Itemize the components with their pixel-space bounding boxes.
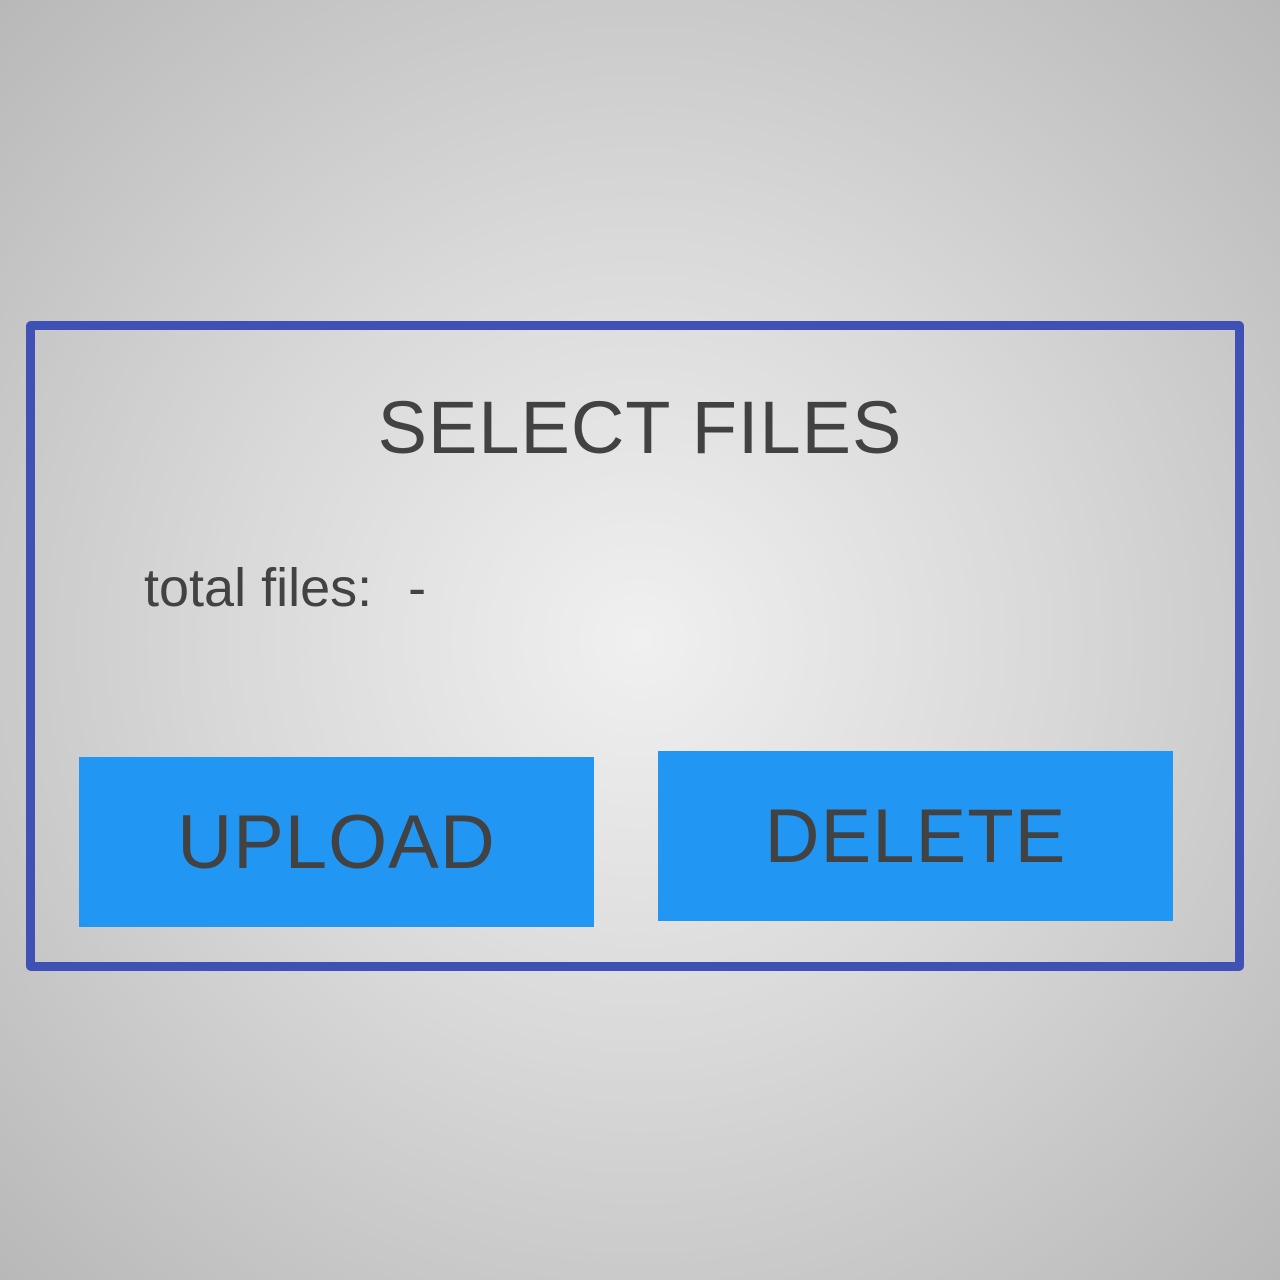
page-title: SELECT FILES xyxy=(377,386,903,469)
total-files-label: total files: xyxy=(144,558,373,618)
upload-button[interactable]: UPLOAD xyxy=(79,757,594,927)
delete-button[interactable]: DELETE xyxy=(658,751,1173,921)
total-files-row: total files: - xyxy=(144,558,426,618)
total-files-value: - xyxy=(408,558,427,618)
